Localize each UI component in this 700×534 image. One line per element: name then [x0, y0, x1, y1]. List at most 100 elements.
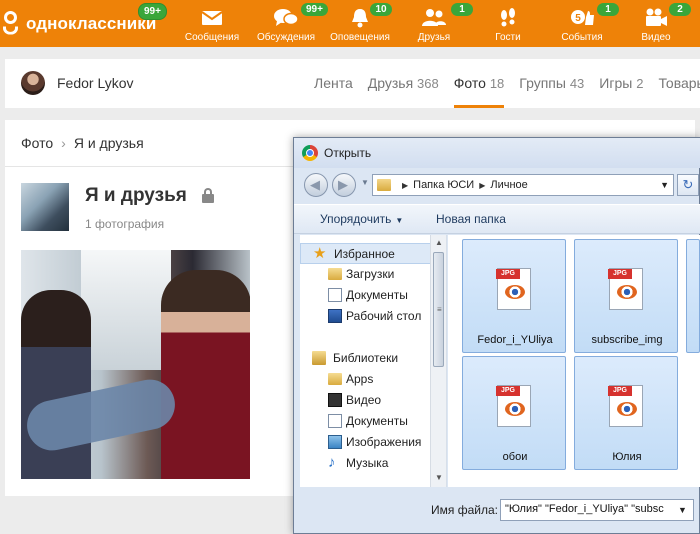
address-bar[interactable]: ▶ Папка ЮСИ ▶ Личное ▼	[372, 174, 674, 196]
refresh-button[interactable]: ↻	[677, 174, 699, 196]
nav-label-discussions: Обсуждения	[256, 32, 316, 43]
back-button[interactable]: ◀	[304, 173, 328, 197]
filename-label: Имя файла:	[431, 503, 498, 517]
file-item[interactable]: JPG subscribe_img	[574, 239, 678, 353]
ok-logo[interactable]: одноклассники	[0, 9, 156, 39]
new-folder-button[interactable]: Новая папка	[436, 212, 506, 226]
file-item-partial[interactable]	[686, 239, 700, 353]
nav-friends[interactable]: Друзья 1	[399, 0, 473, 47]
nav-discussions[interactable]: Обсуждения 99+	[251, 0, 328, 47]
music-icon: ♪	[328, 454, 336, 471]
file-list-pane: JPG Fedor_i_YUliya JPG subscribe_img JPG…	[448, 235, 700, 487]
folder-icon	[377, 179, 391, 191]
filename-input[interactable]: "Юлия" "Fedor_i_YUliya" "subsc	[500, 499, 694, 521]
events-counter: 5	[575, 13, 581, 24]
chevron-down-icon[interactable]: ▼	[678, 505, 687, 515]
like-icon: 5	[571, 10, 594, 25]
logo-badge: 99+	[138, 3, 167, 20]
tree-item-video[interactable]: Видео	[300, 390, 432, 411]
notifications-badge: 10	[370, 3, 392, 16]
nav-label-video: Видео	[641, 32, 671, 43]
path-segment[interactable]: Личное	[490, 179, 527, 191]
nav-label-messages: Сообщения	[184, 32, 240, 43]
dialog-titlebar[interactable]: Открыть	[294, 138, 700, 168]
file-item[interactable]: JPG Юлия	[574, 356, 678, 470]
tree-label: Музыка	[346, 456, 389, 470]
tab-label: Друзья	[367, 75, 414, 91]
scroll-down-icon[interactable]: ▼	[435, 473, 443, 482]
tree-item-libraries[interactable]: Библиотеки	[300, 348, 432, 369]
images-icon	[328, 435, 342, 449]
new-folder-label: Новая папка	[436, 212, 506, 226]
top-navigation-bar: одноклассники 99+ Сообщения Обсуждения 9…	[0, 0, 700, 47]
tree-label: Документы	[346, 414, 408, 428]
breadcrumb-current: Я и друзья	[73, 135, 144, 151]
forward-button[interactable]: ▶	[332, 173, 356, 197]
file-name: Юлия	[612, 451, 642, 463]
album-cover-thumbnail[interactable]	[21, 183, 69, 231]
scroll-up-icon[interactable]: ▲	[435, 238, 443, 247]
forward-arrow-icon: ▶	[338, 177, 348, 192]
tree-item-apps[interactable]: Apps	[300, 369, 432, 390]
tree-label: Apps	[346, 372, 374, 386]
tab-label: Игры	[599, 75, 633, 91]
tree-item-images[interactable]: Изображения	[300, 432, 432, 453]
nav-messages[interactable]: Сообщения	[177, 0, 247, 47]
tree-label: Документы	[346, 288, 408, 302]
navigation-pane: ★ Избранное Загрузки Документы Рабочий с…	[300, 235, 447, 487]
nav-label-events: События	[561, 32, 603, 43]
navigation-scrollbar[interactable]: ▲ ≡ ▼	[430, 235, 446, 487]
organize-button[interactable]: Упорядочить ▼	[320, 212, 403, 226]
jpg-file-icon: JPG	[608, 268, 643, 310]
friends-badge: 1	[451, 3, 473, 16]
chevron-down-icon: ▼	[395, 216, 404, 225]
tree-item-documents[interactable]: Документы	[300, 285, 432, 306]
star-icon: ★	[313, 245, 327, 262]
avatar[interactable]	[21, 71, 45, 95]
nav-notifications[interactable]: Оповещения 10	[325, 0, 395, 47]
tab-photos[interactable]: Фото 18	[453, 59, 505, 108]
breadcrumb-root[interactable]: Фото	[21, 135, 53, 151]
file-item[interactable]: JPG обои	[462, 356, 566, 470]
tree-label: Видео	[346, 393, 382, 407]
file-name: обои	[502, 451, 528, 463]
document-icon	[328, 414, 342, 428]
scrollbar-thumb[interactable]: ≡	[433, 252, 444, 367]
tree-item-music[interactable]: ♪ Музыка	[300, 453, 432, 474]
nav-guests[interactable]: Гости	[473, 0, 543, 47]
file-item[interactable]: JPG Fedor_i_YUliya	[462, 239, 566, 353]
path-segment[interactable]: Папка ЮСИ	[413, 179, 474, 191]
dialog-toolbar: Упорядочить ▼ Новая папка	[294, 204, 700, 234]
chevron-down-icon[interactable]: ▼	[660, 180, 669, 190]
back-arrow-icon: ◀	[310, 177, 320, 192]
nav-events[interactable]: 5 События 1	[547, 0, 619, 47]
tab-feed[interactable]: Лента	[314, 59, 353, 108]
file-type-tag: JPG	[608, 269, 632, 279]
tree-item-desktop[interactable]: Рабочий стол	[300, 306, 432, 327]
tab-products[interactable]: Товары	[658, 59, 700, 108]
folder-icon	[328, 373, 342, 385]
tab-groups[interactable]: Группы 43	[519, 59, 584, 108]
tree-label: Рабочий стол	[346, 309, 422, 323]
nav-label-friends: Друзья	[417, 32, 451, 43]
logo-text: одноклассники	[26, 14, 157, 33]
desktop-icon	[328, 309, 342, 323]
nav-video[interactable]: Видео 2	[621, 0, 691, 47]
video-badge: 2	[669, 3, 691, 16]
album-photo-count: 1 фотография	[85, 217, 165, 231]
tab-games[interactable]: Игры 2	[599, 59, 643, 108]
lock-icon	[202, 188, 214, 204]
album-photo[interactable]	[21, 250, 250, 479]
profile-name[interactable]: Fedor Lykov	[57, 75, 134, 91]
recent-locations-dropdown-icon[interactable]: ▼	[361, 178, 369, 187]
file-name: subscribe_img	[591, 334, 663, 346]
tab-count: 18	[489, 76, 505, 91]
tree-item-favorites[interactable]: ★ Избранное	[300, 243, 432, 264]
tab-friends[interactable]: Друзья 368	[368, 59, 439, 108]
tree-label: Библиотеки	[333, 351, 399, 365]
refresh-icon: ↻	[682, 177, 694, 192]
friends-icon	[422, 9, 446, 26]
tree-item-library-documents[interactable]: Документы	[300, 411, 432, 432]
ok-logo-icon	[2, 11, 20, 37]
tree-item-downloads[interactable]: Загрузки	[300, 264, 432, 285]
